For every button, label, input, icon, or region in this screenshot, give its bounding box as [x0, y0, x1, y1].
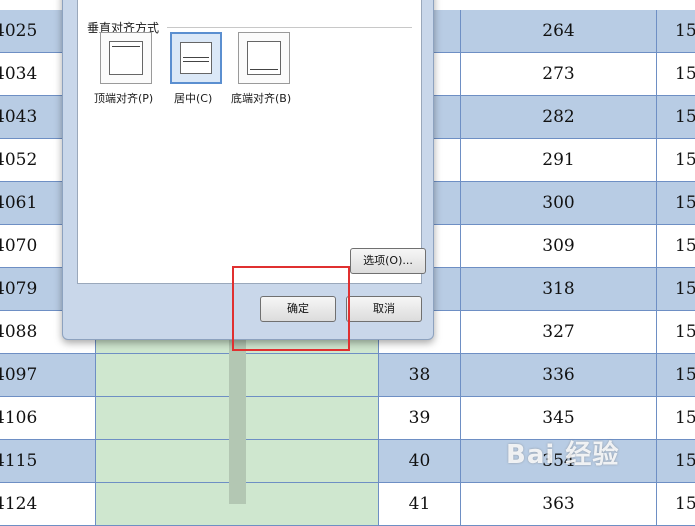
table-row: 4124 4136315 — [0, 483, 695, 526]
align-bottom-icon — [247, 41, 281, 75]
align-top-icon — [109, 41, 143, 75]
cell-d[interactable]: 327 — [461, 311, 657, 354]
cell-a[interactable]: 4115 — [0, 440, 96, 483]
cell-e[interactable]: 15 — [657, 53, 695, 96]
cell-c[interactable]: 38 — [379, 354, 461, 397]
cell-e[interactable]: 15 — [657, 268, 695, 311]
margins-panel: 垂直对齐方式 顶端对齐(P) 居中(C) 底端对齐(B) 选项(O)... — [77, 0, 426, 284]
cell-e[interactable]: 15 — [657, 311, 695, 354]
cell-e[interactable]: 15 — [657, 225, 695, 268]
cell-e[interactable]: 15 — [657, 182, 695, 225]
cell-e[interactable]: 15 — [657, 397, 695, 440]
cell-d[interactable]: 264 — [461, 10, 657, 53]
cancel-button[interactable]: 取消 — [346, 296, 422, 322]
cell-d[interactable]: 300 — [461, 182, 657, 225]
watermark-text: Bai 经验 — [506, 440, 620, 470]
cell-d[interactable]: 363 — [461, 483, 657, 526]
cell-d[interactable]: 273 — [461, 53, 657, 96]
cell-e[interactable]: 15 — [657, 10, 695, 53]
cell-a[interactable]: 4124 — [0, 483, 96, 526]
align-top-label: 顶端对齐(P) — [94, 92, 154, 105]
cell-c[interactable]: 39 — [379, 397, 461, 440]
highlight-box — [232, 266, 350, 351]
cell-e[interactable]: 15 — [657, 139, 695, 182]
cell-c[interactable]: 41 — [379, 483, 461, 526]
options-button[interactable]: 选项(O)... — [350, 248, 426, 274]
cell-d[interactable]: 282 — [461, 96, 657, 139]
group-divider — [167, 27, 412, 28]
align-top-option[interactable] — [100, 32, 152, 84]
align-middle-label: 居中(C) — [174, 92, 213, 105]
cell-d[interactable]: 291 — [461, 139, 657, 182]
cell-d[interactable]: 309 — [461, 225, 657, 268]
cell-d[interactable]: 318 — [461, 268, 657, 311]
cell-a[interactable]: 4097 — [0, 354, 96, 397]
table-row: 4097 3833615 — [0, 354, 695, 397]
align-middle-icon — [180, 42, 212, 74]
align-middle-option[interactable] — [170, 32, 222, 84]
cell-e[interactable]: 15 — [657, 96, 695, 139]
cell-e[interactable]: 15 — [657, 440, 695, 483]
cell-e[interactable]: 15 — [657, 354, 695, 397]
cell-c[interactable]: 40 — [379, 440, 461, 483]
cell-e[interactable]: 15 — [657, 483, 695, 526]
align-bottom-label: 底端对齐(B) — [231, 92, 292, 105]
cell-d[interactable]: 336 — [461, 354, 657, 397]
align-bottom-option[interactable] — [238, 32, 290, 84]
cell-a[interactable]: 4106 — [0, 397, 96, 440]
